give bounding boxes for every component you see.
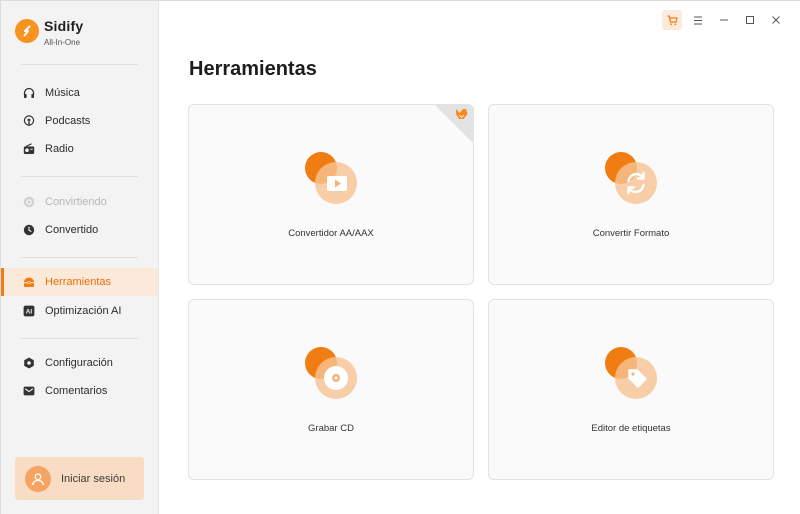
headphones-icon xyxy=(23,87,35,99)
sidebar-item-label: Optimización AI xyxy=(45,305,122,317)
main-panel: Herramientas Convertidor AA/AAX Converti… xyxy=(158,1,800,514)
sidebar-divider xyxy=(21,257,138,258)
disc-icon xyxy=(305,347,357,399)
cart-icon[interactable] xyxy=(662,10,682,30)
sidebar-item-optimizacion-ai[interactable]: AI Optimización AI xyxy=(1,297,158,325)
sidebar-item-label: Música xyxy=(45,87,80,99)
sidebar-item-radio[interactable]: Radio xyxy=(1,135,158,163)
tool-card-grabar-cd[interactable]: Grabar CD xyxy=(188,299,474,480)
close-icon[interactable] xyxy=(766,10,786,30)
minimize-icon[interactable] xyxy=(714,10,734,30)
sidebar-item-convirtiendo[interactable]: Convirtiendo xyxy=(1,188,158,216)
sidebar: Sidify All-In-One Música Podcasts Radio xyxy=(1,1,158,514)
radio-icon xyxy=(23,143,35,155)
login-button[interactable]: Iniciar sesión xyxy=(15,457,144,500)
gear-icon xyxy=(23,357,35,369)
page-title: Herramientas xyxy=(189,58,317,80)
tool-card-convertidor-aa-aax[interactable]: Convertidor AA/AAX xyxy=(188,104,474,285)
video-play-icon xyxy=(305,152,357,204)
sidebar-item-label: Convirtiendo xyxy=(45,196,107,208)
tag-icon xyxy=(605,347,657,399)
sidebar-item-comentarios[interactable]: Comentarios xyxy=(1,377,158,405)
app-subtitle: All-In-One xyxy=(44,38,81,47)
refresh-icon xyxy=(605,152,657,204)
sidebar-item-musica[interactable]: Música xyxy=(1,79,158,107)
sidebar-divider xyxy=(21,338,138,339)
svg-text:AI: AI xyxy=(26,309,33,316)
mail-icon xyxy=(23,385,35,397)
app-window: Sidify All-In-One Música Podcasts Radio xyxy=(0,0,800,514)
maximize-icon[interactable] xyxy=(740,10,760,30)
tool-label: Editor de etiquetas xyxy=(591,423,671,434)
sidebar-item-configuracion[interactable]: Configuración xyxy=(1,349,158,377)
tool-label: Convertir Formato xyxy=(592,228,670,239)
ai-icon: AI xyxy=(23,305,35,317)
app-name: Sidify xyxy=(44,18,84,34)
sidebar-item-herramientas[interactable]: Herramientas xyxy=(1,268,158,296)
tool-card-convertir-formato[interactable]: Convertir Formato xyxy=(488,104,774,285)
sidebar-item-label: Podcasts xyxy=(45,115,91,127)
tool-label: Convertidor AA/AAX xyxy=(288,228,374,239)
sidebar-item-label: Herramientas xyxy=(45,276,112,288)
tool-card-editor-de-etiquetas[interactable]: Editor de etiquetas xyxy=(488,299,774,480)
sidebar-divider xyxy=(21,64,138,65)
sidebar-item-label: Configuración xyxy=(45,357,113,369)
toolbox-icon xyxy=(23,276,35,288)
sidebar-item-podcasts[interactable]: Podcasts xyxy=(1,107,158,135)
sidebar-item-convertido[interactable]: Convertido xyxy=(1,216,158,244)
login-label: Iniciar sesión xyxy=(61,472,126,485)
sidebar-item-label: Convertido xyxy=(45,224,99,236)
window-controls xyxy=(662,10,786,30)
sidebar-divider xyxy=(21,176,138,177)
converting-icon xyxy=(23,196,35,208)
sidebar-item-label: Radio xyxy=(45,143,74,155)
clock-icon xyxy=(23,224,35,236)
podcast-icon xyxy=(23,115,35,127)
user-icon xyxy=(25,465,51,492)
tool-label: Grabar CD xyxy=(308,423,354,434)
sidebar-item-label: Comentarios xyxy=(45,385,108,397)
fox-badge-icon xyxy=(435,105,473,143)
sidify-logo-icon xyxy=(15,19,39,43)
menu-icon[interactable] xyxy=(688,10,708,30)
